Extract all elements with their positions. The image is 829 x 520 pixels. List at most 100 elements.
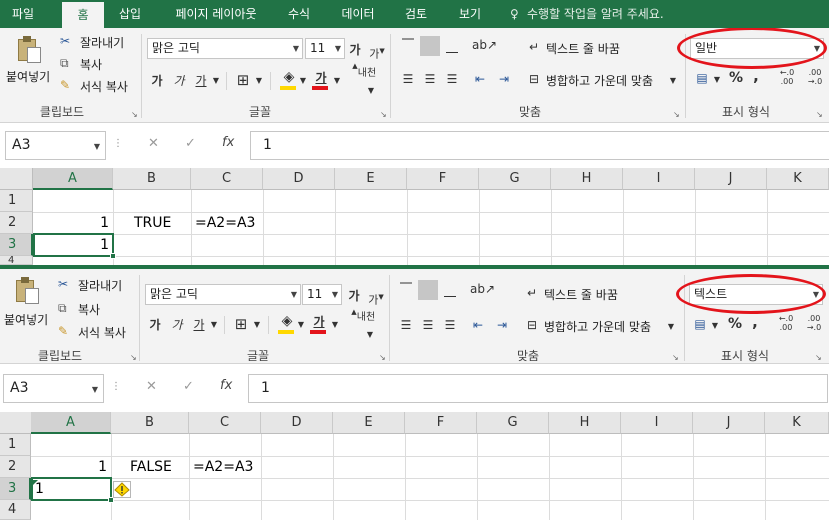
select-all-corner[interactable] bbox=[0, 168, 33, 190]
font-size-select[interactable]: 11 ▼ bbox=[302, 284, 342, 305]
copy-button[interactable]: 복사 bbox=[80, 56, 102, 73]
decrease-indent-icon[interactable]: ⇤ bbox=[470, 317, 486, 333]
column-header-f[interactable]: F bbox=[407, 168, 479, 190]
decrease-decimal-button[interactable]: .00 →.0 bbox=[804, 68, 826, 86]
increase-indent-icon[interactable]: ⇥ bbox=[496, 71, 512, 87]
cut-button[interactable]: 잘라내기 bbox=[78, 277, 122, 294]
underline-button[interactable]: 가 bbox=[194, 73, 208, 89]
column-header-i[interactable]: I bbox=[621, 412, 693, 434]
chevron-down-icon[interactable]: ▼ bbox=[209, 317, 219, 333]
align-right-icon[interactable]: ☰ bbox=[444, 71, 460, 87]
column-header-g[interactable]: G bbox=[477, 412, 549, 434]
align-bottom-icon[interactable]: ⎽ bbox=[444, 38, 460, 54]
merge-center-button[interactable]: 병합하고 가운데 맞춤 bbox=[544, 318, 651, 335]
cell-a2[interactable]: 1 bbox=[33, 215, 109, 231]
column-header-b[interactable]: B bbox=[111, 412, 189, 434]
tab-page-layout[interactable]: 페이지 레이아웃 bbox=[160, 0, 272, 28]
column-header-f[interactable]: F bbox=[405, 412, 477, 434]
tab-formulas[interactable]: 수식 bbox=[278, 0, 320, 28]
chevron-down-icon[interactable]: ▼ bbox=[712, 72, 722, 88]
align-left-icon[interactable]: ☰ bbox=[400, 71, 416, 87]
column-header-b[interactable]: B bbox=[113, 168, 191, 190]
align-center-icon[interactable]: ☰ bbox=[422, 71, 438, 87]
cell-b2[interactable]: FALSE bbox=[130, 459, 172, 475]
chevron-down-icon[interactable]: ▼ bbox=[332, 73, 342, 89]
insert-function-icon[interactable]: fx bbox=[222, 135, 234, 150]
font-launcher-icon[interactable]: ↘ bbox=[380, 110, 387, 119]
align-right-icon[interactable]: ☰ bbox=[442, 317, 458, 333]
format-painter-button[interactable]: 서식 복사 bbox=[80, 78, 128, 95]
name-box[interactable]: A3 ▼ bbox=[5, 131, 106, 160]
chevron-down-icon[interactable]: ▼ bbox=[252, 317, 262, 333]
enter-icon[interactable]: ✓ bbox=[185, 136, 196, 151]
cancel-icon[interactable]: ✕ bbox=[148, 136, 159, 151]
column-header-a[interactable]: A bbox=[33, 168, 113, 190]
row-header-4[interactable]: 4 bbox=[0, 256, 33, 265]
borders-icon[interactable]: ⊞ bbox=[234, 72, 252, 88]
tab-file[interactable]: 파일 bbox=[0, 0, 46, 28]
bold-button[interactable]: 가 bbox=[150, 73, 164, 89]
tab-review[interactable]: 검토 bbox=[394, 0, 438, 28]
wrap-text-button[interactable]: 텍스트 줄 바꿈 bbox=[546, 40, 620, 57]
formula-input[interactable]: 1 bbox=[250, 131, 829, 160]
accounting-format-icon[interactable]: ▤ bbox=[690, 316, 710, 332]
tell-me-box[interactable]: 수행할 작업을 알려 주세요. bbox=[527, 0, 664, 28]
percent-style-button[interactable]: % bbox=[728, 70, 744, 86]
formula-input[interactable]: 1 bbox=[248, 374, 828, 403]
align-bottom-icon[interactable]: ⎽ bbox=[442, 282, 458, 298]
cancel-icon[interactable]: ✕ bbox=[146, 379, 157, 394]
column-header-d[interactable]: D bbox=[261, 412, 333, 434]
row-header-4[interactable]: 4 bbox=[0, 500, 31, 520]
borders-icon[interactable]: ⊞ bbox=[232, 316, 250, 332]
row-header-3[interactable]: 3 bbox=[0, 234, 33, 256]
font-launcher-icon[interactable]: ↘ bbox=[379, 353, 386, 362]
column-header-c[interactable]: C bbox=[191, 168, 263, 190]
bold-button[interactable]: 가 bbox=[148, 317, 162, 333]
column-header-c[interactable]: C bbox=[189, 412, 261, 434]
name-box[interactable]: A3 ▼ bbox=[3, 374, 104, 403]
lightbulb-icon[interactable]: ♀ bbox=[510, 0, 519, 28]
column-header-e[interactable]: E bbox=[335, 168, 407, 190]
chevron-down-icon[interactable]: ▼ bbox=[296, 317, 306, 333]
underline-button[interactable]: 가 bbox=[192, 317, 206, 333]
align-center-icon[interactable]: ☰ bbox=[420, 317, 436, 333]
align-middle-icon[interactable] bbox=[418, 280, 438, 300]
percent-style-button[interactable]: % bbox=[727, 316, 743, 332]
column-header-h[interactable]: H bbox=[551, 168, 623, 190]
row-header-3[interactable]: 3 bbox=[0, 478, 31, 500]
chevron-down-icon[interactable]: ▼ bbox=[668, 73, 678, 89]
cell-a2[interactable]: 1 bbox=[31, 459, 107, 475]
chevron-down-icon[interactable]: ▼ bbox=[710, 318, 720, 334]
clipboard-launcher-icon[interactable]: ↘ bbox=[130, 353, 137, 362]
fill-handle[interactable] bbox=[110, 253, 116, 259]
chevron-down-icon[interactable]: ▼ bbox=[330, 317, 340, 333]
enter-icon[interactable]: ✓ bbox=[183, 379, 194, 394]
format-painter-button[interactable]: 서식 복사 bbox=[78, 324, 126, 341]
column-header-e[interactable]: E bbox=[333, 412, 405, 434]
cell-c2[interactable]: =A2=A3 bbox=[195, 215, 255, 231]
italic-button[interactable]: 가 bbox=[172, 73, 186, 89]
row-header-2[interactable]: 2 bbox=[0, 456, 31, 478]
italic-button[interactable]: 가 bbox=[170, 317, 184, 333]
tab-home[interactable]: 홈 bbox=[62, 2, 104, 28]
shrink-font-icon[interactable]: 가▼ bbox=[369, 43, 385, 63]
row-header-2[interactable]: 2 bbox=[0, 212, 33, 234]
comma-style-button[interactable]: , bbox=[749, 314, 761, 330]
column-header-h[interactable]: H bbox=[549, 412, 621, 434]
merge-center-button[interactable]: 병합하고 가운데 맞춤 bbox=[546, 72, 653, 89]
chevron-down-icon[interactable]: ▼ bbox=[365, 327, 375, 343]
decrease-decimal-button[interactable]: .00 →.0 bbox=[803, 314, 825, 332]
column-header-k[interactable]: K bbox=[767, 168, 829, 190]
align-top-icon[interactable]: ⎺ bbox=[400, 36, 416, 52]
font-size-select[interactable]: 11 ▼ bbox=[305, 38, 345, 59]
cell-c2[interactable]: =A2=A3 bbox=[193, 459, 253, 475]
orientation-icon[interactable]: ab↗ bbox=[470, 281, 495, 297]
column-header-j[interactable]: J bbox=[695, 168, 767, 190]
clipboard-launcher-icon[interactable]: ↘ bbox=[131, 110, 138, 119]
shrink-font-icon[interactable]: 가▼ bbox=[368, 289, 384, 309]
decrease-indent-icon[interactable]: ⇤ bbox=[472, 71, 488, 87]
cut-button[interactable]: 잘라내기 bbox=[80, 34, 124, 51]
number-launcher-icon[interactable]: ↘ bbox=[816, 110, 823, 119]
tab-data[interactable]: 데이터 bbox=[332, 0, 384, 28]
align-left-icon[interactable]: ☰ bbox=[398, 317, 414, 333]
